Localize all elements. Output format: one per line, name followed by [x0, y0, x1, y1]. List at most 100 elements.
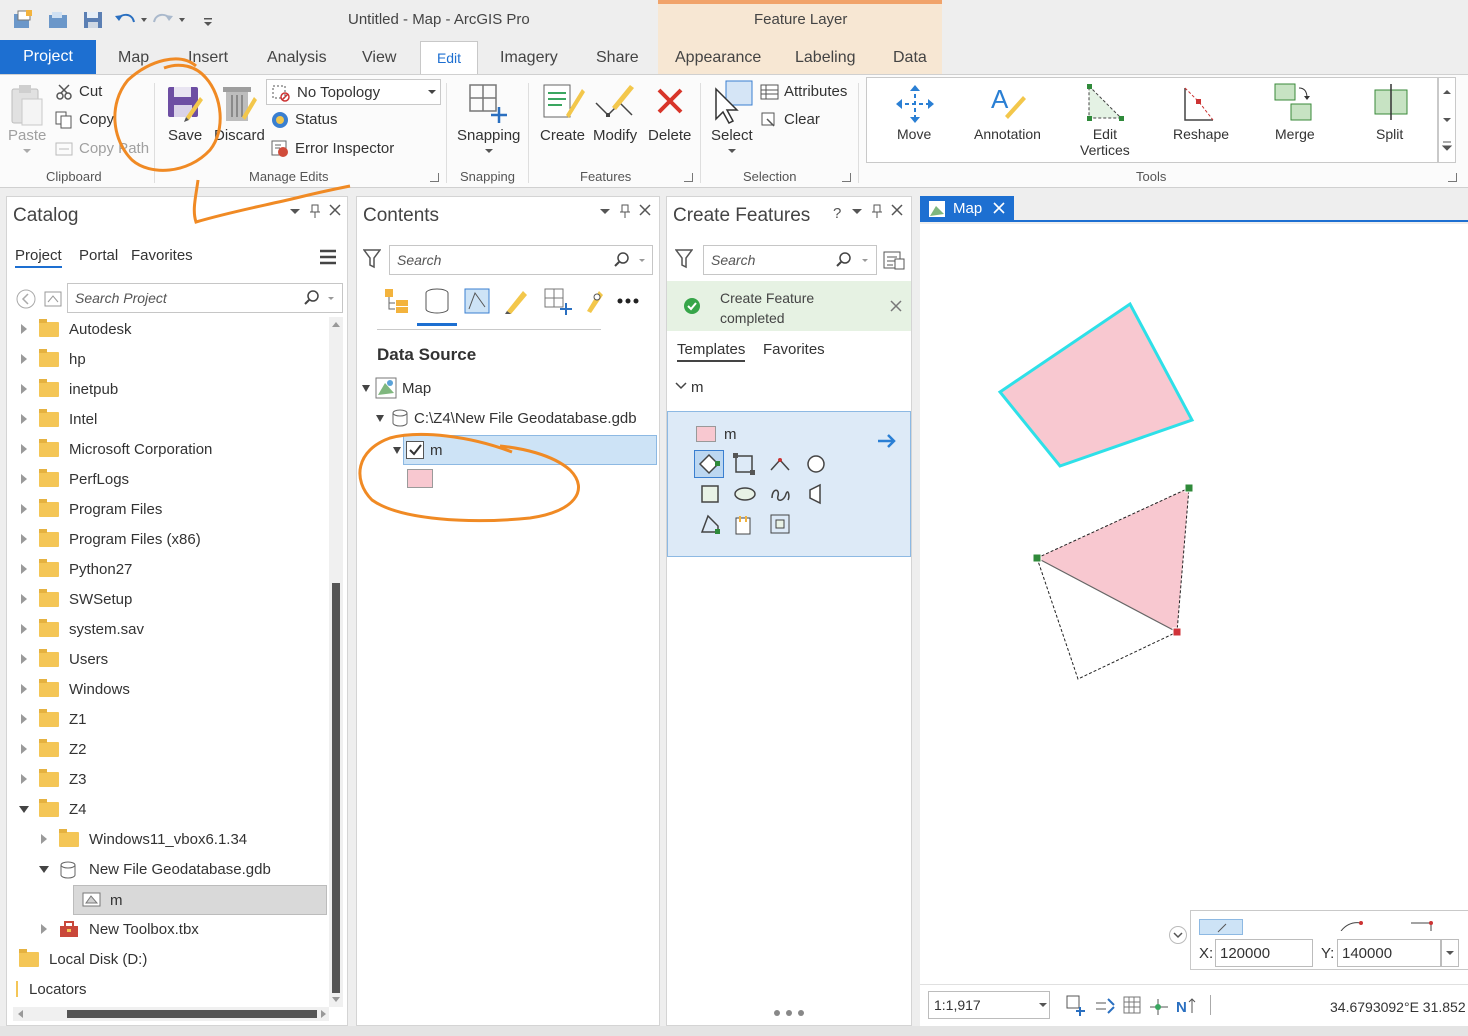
status-button[interactable]: Status [295, 111, 338, 128]
filter-icon[interactable] [675, 249, 693, 269]
list-by-drawing-order-icon[interactable] [383, 287, 411, 315]
clear-button[interactable]: Clear [784, 111, 820, 128]
right-angle-tool-icon[interactable] [698, 512, 722, 536]
circle-tool-icon[interactable] [804, 452, 828, 476]
layer-symbol-swatch[interactable] [407, 469, 433, 488]
filter-icon[interactable] [363, 249, 381, 269]
catalog-tab-portal[interactable]: Portal [79, 247, 118, 264]
auto-complete-polygon-icon[interactable] [804, 482, 828, 506]
list-by-editing-icon[interactable] [503, 287, 531, 315]
tree-item-microsoft-corporation[interactable]: Microsoft Corporation [7, 435, 327, 465]
search-options-icon[interactable] [327, 296, 335, 302]
select-button[interactable]: Select [711, 127, 753, 144]
help-button[interactable]: ? [833, 205, 841, 222]
move-button[interactable]: Move [897, 126, 931, 142]
tree-item-program-files-x86[interactable]: Program Files (x86) [7, 525, 327, 555]
coordinate-options-dropdown[interactable] [1441, 939, 1459, 967]
search-options-icon[interactable] [861, 258, 869, 264]
gallery-scroll[interactable] [1438, 77, 1456, 163]
close-icon[interactable] [890, 203, 904, 217]
tree-item-python27[interactable]: Python27 [7, 555, 327, 585]
tab-project[interactable]: Project [0, 40, 96, 74]
selected-template[interactable]: m [667, 411, 911, 557]
x-coordinate-input[interactable]: 120000 [1215, 939, 1313, 967]
modify-button[interactable]: Modify [593, 127, 637, 144]
freehand-tool-icon[interactable] [768, 482, 792, 506]
tab-favorites[interactable]: Favorites [763, 341, 825, 358]
pin-icon[interactable] [871, 203, 883, 219]
tree-item-locators[interactable]: Locators [7, 975, 327, 1005]
pane-options-icon[interactable] [599, 207, 611, 217]
list-by-snapping-icon[interactable] [543, 287, 573, 315]
layer-row-m[interactable]: m [393, 435, 657, 465]
map-view-tab[interactable]: Map [920, 196, 1014, 222]
grid-icon[interactable] [1122, 995, 1142, 1015]
reshape-button[interactable]: Reshape [1173, 126, 1229, 142]
open-project-icon[interactable] [48, 10, 70, 30]
north-arrow-icon[interactable]: N [1176, 995, 1200, 1017]
error-inspector-button[interactable]: Error Inspector [295, 140, 394, 157]
paste-button[interactable]: Paste [8, 127, 46, 144]
pane-options-icon[interactable] [289, 207, 301, 217]
tab-appearance[interactable]: Appearance [675, 49, 761, 67]
segment-arc-icon[interactable] [1339, 919, 1365, 931]
tree-item-windows11-vbox[interactable]: Windows11_vbox6.1.34 [7, 825, 327, 855]
delete-button[interactable]: Delete [648, 127, 691, 144]
catalog-tab-favorites[interactable]: Favorites [131, 247, 193, 264]
copy-path-button[interactable]: Copy Path [79, 140, 149, 157]
tree-item-toolbox[interactable]: New Toolbox.tbx [7, 915, 327, 945]
fixed-zoom-icon[interactable] [1066, 995, 1088, 1017]
topology-dropdown[interactable]: No Topology [266, 79, 441, 105]
select-dropdown-icon[interactable] [727, 147, 737, 155]
dismiss-message-icon[interactable] [889, 299, 903, 313]
back-icon[interactable] [15, 288, 37, 310]
gdb-path-label[interactable]: C:\Z4\New File Geodatabase.gdb [414, 410, 637, 427]
close-icon[interactable] [638, 203, 652, 217]
cut-button[interactable]: Cut [79, 83, 102, 100]
pane-options-icon[interactable] [851, 207, 863, 217]
tab-analysis[interactable]: Analysis [267, 49, 327, 67]
pin-icon[interactable] [309, 203, 321, 219]
layer-visibility-checkbox[interactable] [406, 441, 424, 459]
snapping-button[interactable]: Snapping [457, 127, 520, 144]
tree-item-feature-class-m[interactable]: m [73, 885, 327, 915]
tree-item-windows[interactable]: Windows [7, 675, 327, 705]
snapping-dropdown-icon[interactable] [484, 147, 494, 155]
expand-layer-icon[interactable] [392, 445, 402, 455]
polygon-tool-icon[interactable] [694, 450, 724, 478]
active-template-arrow-icon[interactable] [876, 432, 898, 450]
triangle-tool-icon[interactable] [768, 452, 792, 476]
undo-icon[interactable] [114, 10, 147, 30]
more-options-icon[interactable] [617, 297, 639, 305]
snapping-toggle-icon[interactable] [1094, 995, 1116, 1017]
tree-item-z2[interactable]: Z2 [7, 735, 327, 765]
save-edits-button[interactable]: Save [168, 127, 202, 144]
templates-search-input[interactable]: Search [703, 245, 877, 275]
expand-map-icon[interactable] [361, 383, 371, 393]
list-by-data-source-icon[interactable] [423, 287, 451, 315]
tab-share[interactable]: Share [596, 49, 639, 67]
ellipse-tool-icon[interactable] [732, 482, 758, 506]
segment-line-icon[interactable] [1409, 919, 1435, 931]
home-icon[interactable] [43, 288, 63, 310]
catalog-tab-project[interactable]: Project [15, 247, 62, 268]
constraints-icon[interactable] [1148, 995, 1170, 1017]
close-map-tab-icon[interactable] [993, 202, 1005, 214]
catalog-search-input[interactable]: Search Project [67, 283, 343, 313]
tree-item-inetpub[interactable]: inetpub [7, 375, 327, 405]
tab-view[interactable]: View [362, 49, 396, 67]
tree-item-z3[interactable]: Z3 [7, 765, 327, 795]
catalog-horizontal-scrollbar[interactable] [13, 1007, 329, 1021]
tab-templates[interactable]: Templates [677, 341, 746, 362]
discard-edits-button[interactable]: Discard [214, 127, 265, 144]
expand-gdb-icon[interactable] [375, 413, 385, 423]
map-label[interactable]: Map [402, 380, 431, 397]
redo-icon[interactable] [152, 10, 185, 30]
contents-search-input[interactable]: Search [389, 245, 653, 275]
tree-item-autodesk[interactable]: Autodesk [7, 315, 327, 345]
tree-item-perflogs[interactable]: PerfLogs [7, 465, 327, 495]
tree-item-program-files[interactable]: Program Files [7, 495, 327, 525]
map-scale-dropdown[interactable]: 1:1,917 [928, 991, 1050, 1019]
tree-item-system-sav[interactable]: system.sav [7, 615, 327, 645]
create-button[interactable]: Create [540, 127, 585, 144]
